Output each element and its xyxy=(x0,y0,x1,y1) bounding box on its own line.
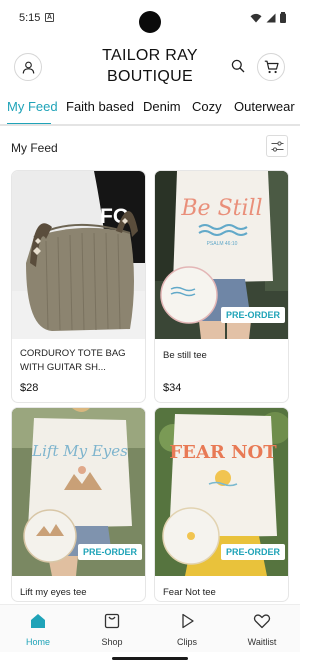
preorder-badge: PRE-ORDER xyxy=(220,307,285,323)
tote-bag-photo: FO xyxy=(12,171,145,339)
product-image: FO xyxy=(12,171,145,339)
nav-clips[interactable]: Clips xyxy=(157,611,217,647)
nav-shop[interactable]: Shop xyxy=(82,611,142,647)
svg-text:FEAR NOT: FEAR NOT xyxy=(169,442,277,463)
tab-my-feed[interactable]: My Feed xyxy=(7,99,58,114)
status-time: 5:15 xyxy=(19,12,41,24)
status-bar: 5:15 A xyxy=(0,0,300,34)
profile-button[interactable] xyxy=(14,53,42,81)
svg-text:Be Still: Be Still xyxy=(180,196,262,221)
signal-icon xyxy=(266,13,276,22)
camera-cutout xyxy=(139,11,161,33)
filter-button[interactable] xyxy=(266,135,288,157)
product-card[interactable]: FO CORDUROY TOTE BAG WITH GUITAR SH... $… xyxy=(11,170,146,403)
product-image: Be Still PSALM 46:10 PRE-ORDER xyxy=(155,171,288,339)
preorder-badge: PRE-ORDER xyxy=(77,544,142,560)
profile-icon xyxy=(22,61,34,74)
nav-label: Shop xyxy=(101,637,123,647)
category-tabs: My Feed Faith based Denim Cozy Outerwear xyxy=(0,96,300,126)
preorder-badge: PRE-ORDER xyxy=(220,544,285,560)
cart-icon xyxy=(264,60,279,74)
app-header: TAILOR RAY BOUTIQUE xyxy=(0,42,300,92)
product-name: Fear Not tee xyxy=(163,587,216,598)
brand-logo-text: TAILOR RAY BOUTIQUE xyxy=(102,47,198,85)
play-icon xyxy=(182,613,194,629)
feed-title: My Feed xyxy=(11,141,58,155)
heart-icon xyxy=(253,614,271,629)
nav-home[interactable]: Home xyxy=(8,611,68,647)
tab-denim[interactable]: Denim xyxy=(143,99,181,114)
product-image: Lift My Eyes PRE-ORDER xyxy=(12,408,145,576)
nav-waitlist[interactable]: Waitlist xyxy=(232,611,292,647)
search-button[interactable] xyxy=(228,56,248,76)
tab-faith-based[interactable]: Faith based xyxy=(66,99,134,114)
notification-icon: A xyxy=(45,13,54,22)
home-gesture-bar[interactable] xyxy=(112,657,188,660)
product-card[interactable]: FEAR NOT PRE-ORDER Fear Not tee xyxy=(154,407,289,602)
cart-button[interactable] xyxy=(257,53,285,81)
svg-text:Lift My Eyes: Lift My Eyes xyxy=(31,442,128,460)
battery-icon xyxy=(280,12,286,23)
product-name: Lift my eyes tee xyxy=(20,587,87,598)
wifi-icon xyxy=(250,13,262,22)
status-icons xyxy=(250,12,286,23)
product-price: $34 xyxy=(163,382,182,394)
nav-label: Waitlist xyxy=(247,637,277,647)
product-price: $28 xyxy=(20,382,39,394)
search-icon xyxy=(231,59,245,73)
nav-label: Home xyxy=(25,637,50,647)
product-card[interactable]: Be Still PSALM 46:10 PRE-ORDER Be still … xyxy=(154,170,289,403)
product-name: CORDUROY TOTE BAG WITH GUITAR SH... xyxy=(20,348,126,373)
home-icon xyxy=(31,614,45,628)
shopping-bag-icon xyxy=(104,613,120,629)
feed-header: My Feed xyxy=(0,134,300,160)
product-name: Be still tee xyxy=(163,350,207,361)
product-image: FEAR NOT PRE-ORDER xyxy=(155,408,288,576)
active-tab-indicator xyxy=(7,123,51,124)
product-card[interactable]: Lift My Eyes PRE-ORDER Lift my eyes tee xyxy=(11,407,146,602)
svg-text:PSALM 46:10: PSALM 46:10 xyxy=(207,241,238,247)
bottom-navigation: Home Shop Clips Waitlist xyxy=(0,604,300,652)
tab-cozy[interactable]: Cozy xyxy=(192,99,222,114)
tab-outerwear[interactable]: Outerwear xyxy=(234,99,295,114)
sliders-icon xyxy=(271,140,283,152)
nav-label: Clips xyxy=(176,637,197,647)
